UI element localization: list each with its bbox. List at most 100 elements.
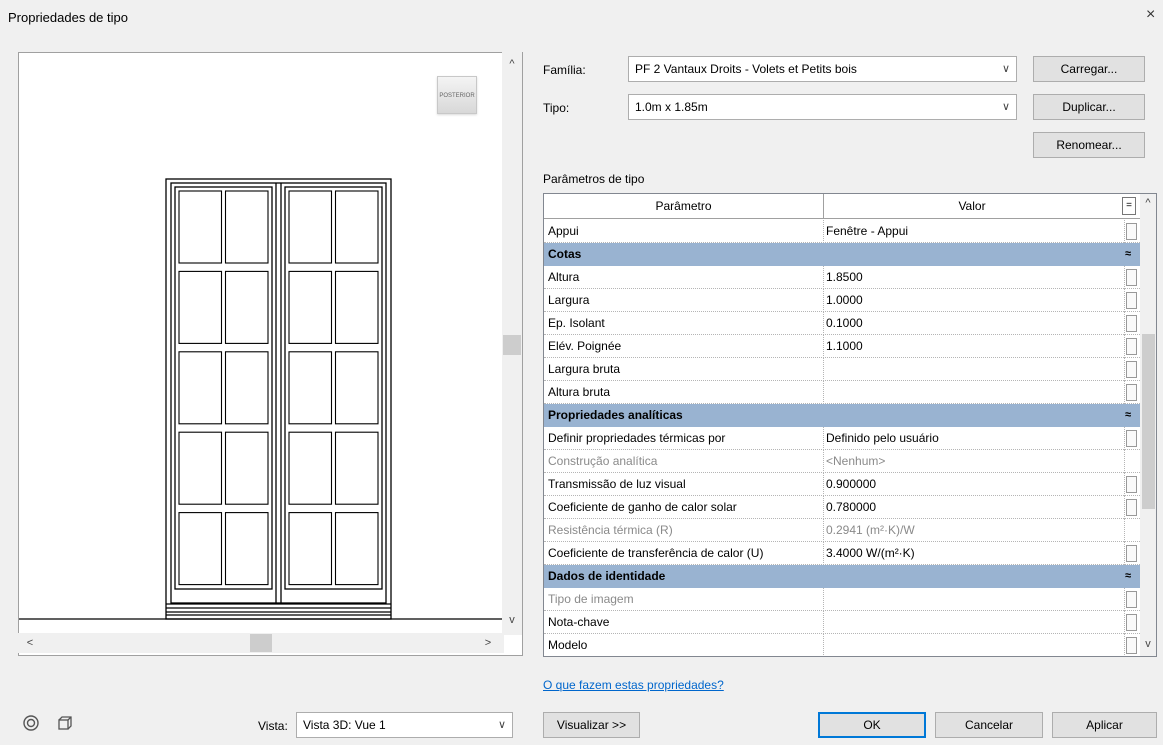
parameter-value-cell[interactable]: 1.0000 (826, 289, 1124, 312)
table-row[interactable]: Tipo de imagem (544, 588, 1140, 611)
column-divider (1124, 381, 1125, 404)
table-row[interactable]: Modelo (544, 634, 1140, 656)
table-vertical-scroll-thumb[interactable] (1142, 334, 1155, 509)
viewcube-posterior[interactable]: POSTERIOR (437, 76, 477, 114)
parameter-value-cell[interactable]: 0.2941 (m²·K)/W (826, 519, 1124, 542)
table-row[interactable]: Coeficiente de transferência de calor (U… (544, 542, 1140, 565)
collapse-group-icon[interactable]: ≈ (1120, 565, 1136, 588)
parameter-value-cell[interactable] (826, 611, 1124, 634)
parameter-value-cell[interactable]: Definido pelo usuário (826, 427, 1124, 450)
associate-parameter-button[interactable] (1126, 292, 1137, 309)
scroll-down-icon[interactable]: v (502, 614, 522, 626)
duplicar-button[interactable]: Duplicar... (1033, 94, 1145, 120)
window-pane (178, 190, 223, 264)
parameter-value-cell[interactable] (826, 588, 1124, 611)
help-link[interactable]: O que fazem estas propriedades? (543, 678, 724, 692)
table-row[interactable]: Definir propriedades térmicas por Definid… (544, 427, 1140, 450)
associate-parameter-button[interactable] (1126, 384, 1137, 401)
associate-parameter-button[interactable] (1126, 476, 1137, 493)
parameter-value-cell[interactable]: Fenêtre - Appui (826, 220, 1124, 243)
window-pane (178, 512, 223, 586)
column-header-valor[interactable]: Valor (824, 194, 1120, 219)
associate-parameter-button[interactable] (1126, 637, 1137, 654)
familia-select[interactable]: PF 2 Vantaux Droits - Volets et Petits b… (628, 56, 1017, 82)
column-divider (1124, 358, 1125, 381)
parameter-value-cell[interactable]: 0.900000 (826, 473, 1124, 496)
table-group-header[interactable]: Propriedades analíticas ≈ (544, 404, 1140, 427)
column-divider (1124, 335, 1125, 358)
parameter-value-cell[interactable] (826, 381, 1124, 404)
window-pane (224, 190, 269, 264)
sort-toggle-icon[interactable]: = (1122, 197, 1136, 215)
table-group-header[interactable]: Dados de identidade ≈ (544, 565, 1140, 588)
scroll-left-icon[interactable]: < (20, 637, 40, 649)
associate-parameter-button[interactable] (1126, 315, 1137, 332)
chevron-down-icon: ∨ (497, 719, 506, 731)
vista-select-value: Vista 3D: Vue 1 (303, 718, 386, 732)
table-row[interactable]: Appui Fenêtre - Appui (544, 220, 1140, 243)
type-preview-panel[interactable] (18, 52, 523, 656)
column-divider (823, 611, 824, 634)
ok-button[interactable]: OK (818, 712, 926, 738)
parameter-value-cell[interactable]: 0.780000 (826, 496, 1124, 519)
associate-parameter-button[interactable] (1126, 338, 1137, 355)
cancelar-button[interactable]: Cancelar (935, 712, 1043, 738)
table-row[interactable]: Ep. Isolant 0.1000 (544, 312, 1140, 335)
collapse-group-icon[interactable]: ≈ (1120, 404, 1136, 427)
table-row[interactable]: Coeficiente de ganho de calor solar 0.780… (544, 496, 1140, 519)
type-parameters-table[interactable]: Parâmetro Valor = Appui Fenêtre - Appui Co… (543, 193, 1157, 657)
table-row[interactable]: Construção analítica <Nenhum> (544, 450, 1140, 473)
scroll-up-icon[interactable]: ^ (502, 58, 522, 70)
table-row[interactable]: Nota-chave (544, 611, 1140, 634)
scroll-down-icon[interactable]: v (1138, 638, 1156, 650)
table-row[interactable]: Transmissão de luz visual 0.900000 (544, 473, 1140, 496)
vista-select[interactable]: Vista 3D: Vue 1 ∨ (296, 712, 513, 738)
scroll-up-icon[interactable]: ^ (1138, 197, 1156, 209)
associate-parameter-button[interactable] (1126, 269, 1137, 286)
associate-parameter-button[interactable] (1126, 361, 1137, 378)
associate-parameter-button[interactable] (1126, 223, 1137, 240)
close-icon[interactable]: × (1146, 6, 1155, 24)
associate-parameter-button[interactable] (1126, 614, 1137, 631)
table-row[interactable]: Altura bruta (544, 381, 1140, 404)
column-divider (1124, 450, 1125, 473)
parameter-value-cell[interactable]: 0.1000 (826, 312, 1124, 335)
table-row[interactable]: Elév. Poignée 1.1000 (544, 335, 1140, 358)
chevron-down-icon: ∨ (1001, 101, 1010, 113)
associate-parameter-button[interactable] (1126, 430, 1137, 447)
column-divider (823, 496, 824, 519)
preview-vertical-scroll-thumb[interactable] (503, 335, 521, 355)
table-row[interactable]: Largura bruta (544, 358, 1140, 381)
table-group-header[interactable]: Cotas ≈ (544, 243, 1140, 266)
associate-parameter-button[interactable] (1126, 499, 1137, 516)
tipo-select[interactable]: 1.0m x 1.85m ∨ (628, 94, 1017, 120)
parameter-value-cell[interactable] (826, 358, 1124, 381)
associate-parameter-button[interactable] (1126, 591, 1137, 608)
associate-parameter-button[interactable] (1126, 545, 1137, 562)
parameter-value-cell[interactable]: 1.1000 (826, 335, 1124, 358)
cube-view-icon[interactable] (54, 714, 76, 736)
column-header-parametro[interactable]: Parâmetro (544, 194, 824, 219)
zoom-icon[interactable] (20, 714, 42, 736)
preview-horizontal-scroll-thumb[interactable] (250, 634, 272, 652)
window-pane (288, 270, 333, 344)
carregar-button[interactable]: Carregar... (1033, 56, 1145, 82)
aplicar-button[interactable]: Aplicar (1052, 712, 1157, 738)
window-pane (334, 190, 379, 264)
table-row[interactable]: Resistência térmica (R) 0.2941 (m²·K)/W (544, 519, 1140, 542)
window-pane (334, 270, 379, 344)
column-divider (823, 588, 824, 611)
visualizar-button[interactable]: Visualizar >> (543, 712, 640, 738)
column-divider (823, 381, 824, 404)
column-divider (823, 519, 824, 542)
renomear-button[interactable]: Renomear... (1033, 132, 1145, 158)
parameter-value-cell[interactable]: 1.8500 (826, 266, 1124, 289)
collapse-group-icon[interactable]: ≈ (1120, 243, 1136, 266)
parameter-value-cell[interactable]: <Nenhum> (826, 450, 1124, 473)
table-header: Parâmetro Valor = (544, 194, 1140, 219)
table-row[interactable]: Altura 1.8500 (544, 266, 1140, 289)
parameter-value-cell[interactable] (826, 634, 1124, 656)
parameter-value-cell[interactable]: 3.4000 W/(m²·K) (826, 542, 1124, 565)
scroll-right-icon[interactable]: > (478, 637, 498, 649)
table-row[interactable]: Largura 1.0000 (544, 289, 1140, 312)
